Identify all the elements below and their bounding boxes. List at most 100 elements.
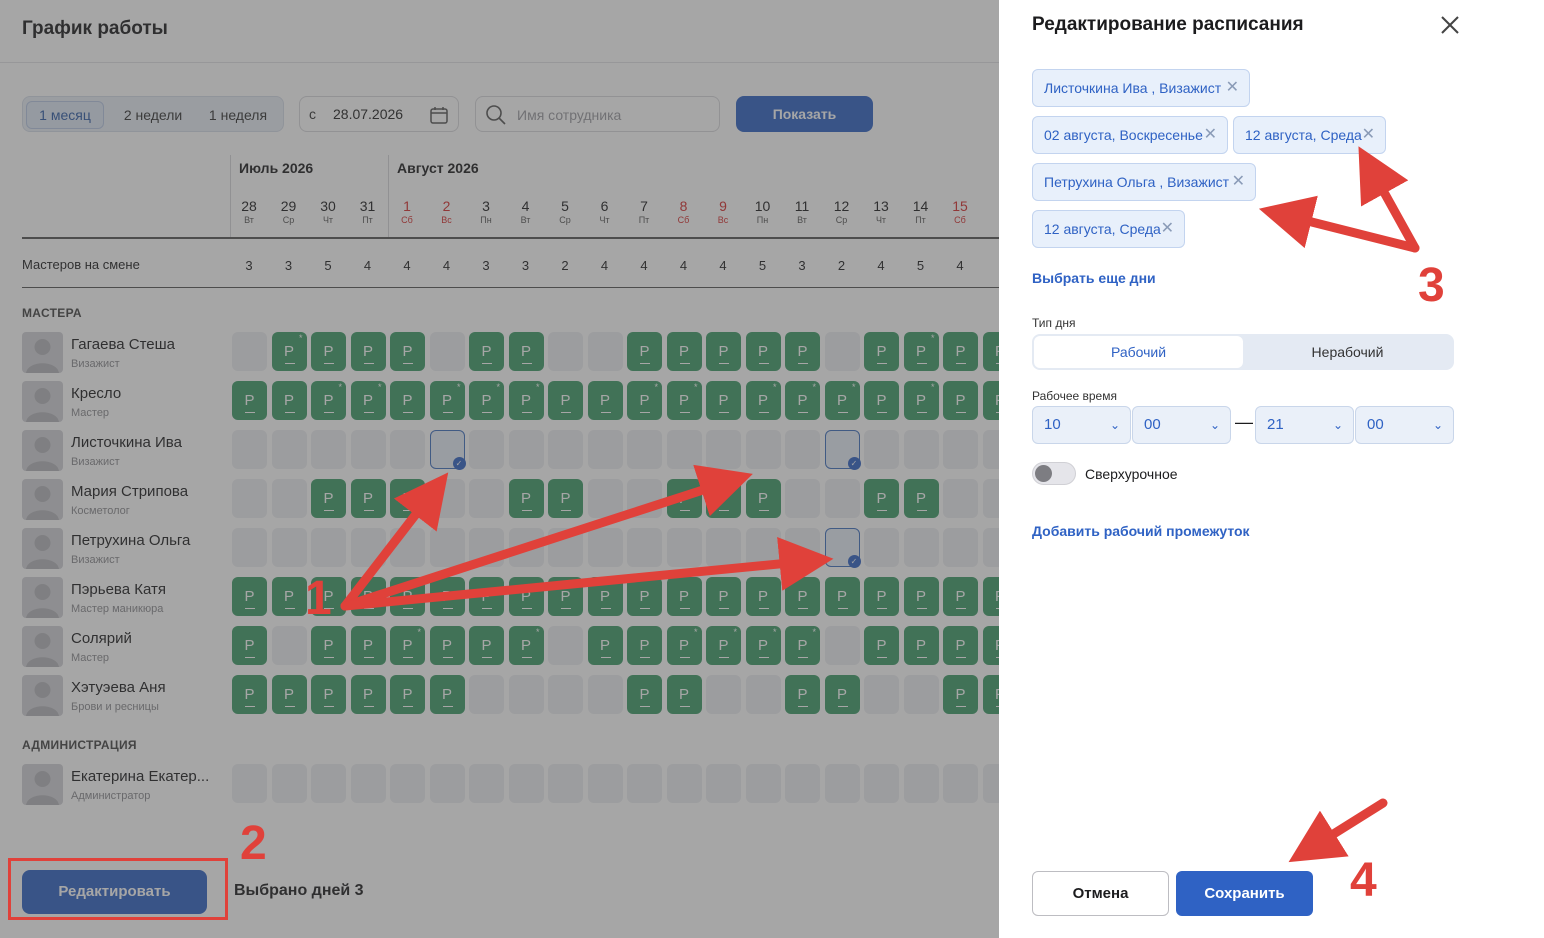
save-button[interactable]: Сохранить (1176, 871, 1313, 916)
schedule-cell-working[interactable]: Р (706, 332, 741, 371)
schedule-cell-empty[interactable] (469, 764, 504, 803)
schedule-cell-working[interactable]: Р (666, 332, 702, 371)
chip-employee-listochkina[interactable]: Листочкина Ива , Визажист ✕ (1032, 69, 1250, 107)
schedule-cell-working[interactable]: Р (232, 381, 267, 420)
schedule-cell-empty[interactable] (785, 479, 820, 518)
schedule-cell-working[interactable]: Р* (350, 381, 386, 420)
schedule-cell-empty[interactable] (271, 626, 307, 665)
schedule-cell-empty[interactable] (824, 626, 860, 665)
schedule-cell-empty[interactable] (666, 430, 702, 469)
chip-employee-petrukhina[interactable]: Петрухина Ольга , Визажист ✕ (1032, 163, 1256, 201)
schedule-cell-working[interactable]: Р (666, 479, 702, 518)
schedule-cell-working[interactable]: Р (587, 626, 623, 665)
schedule-cell-working[interactable]: Р* (785, 626, 820, 665)
schedule-cell-empty[interactable] (864, 430, 899, 469)
schedule-cell-selected[interactable]: ✓ (429, 430, 466, 470)
schedule-cell-working[interactable]: Р* (666, 626, 702, 665)
schedule-cell-empty[interactable] (548, 430, 583, 469)
schedule-cell-empty[interactable] (271, 528, 307, 567)
schedule-cell-empty[interactable] (943, 528, 978, 567)
schedule-cell-empty[interactable] (587, 332, 623, 371)
schedule-cell-empty[interactable] (864, 764, 899, 803)
schedule-cell-working[interactable]: Р (706, 577, 741, 616)
schedule-cell-empty[interactable] (469, 528, 504, 567)
schedule-cell-empty[interactable] (508, 430, 544, 469)
schedule-cell-empty[interactable] (785, 528, 820, 567)
schedule-cell-working[interactable]: Р (311, 479, 346, 518)
schedule-cell-working[interactable]: Р (311, 675, 346, 714)
select-more-days-link[interactable]: Выбрать еще дни (1032, 270, 1156, 286)
schedule-cell-working[interactable]: Р (350, 577, 386, 616)
schedule-cell-empty[interactable] (429, 479, 465, 518)
schedule-cell-working[interactable]: Р* (745, 626, 781, 665)
schedule-cell-empty[interactable] (706, 528, 741, 567)
schedule-cell-working[interactable]: Р (785, 675, 820, 714)
schedule-cell-working[interactable]: Р (350, 626, 386, 665)
schedule-cell-working[interactable]: Р (429, 577, 465, 616)
schedule-cell-working[interactable]: Р (627, 332, 662, 371)
chip-date-aug-12-b[interactable]: 12 августа, Среда ✕ (1032, 210, 1185, 248)
schedule-cell-empty[interactable] (429, 528, 465, 567)
schedule-cell-working[interactable]: Р (824, 675, 860, 714)
schedule-cell-empty[interactable] (785, 764, 820, 803)
schedule-cell-working[interactable]: Р (429, 626, 465, 665)
end-hour-select[interactable]: 21 ⌄ (1255, 406, 1354, 444)
schedule-cell-working[interactable]: Р (350, 332, 386, 371)
schedule-cell-empty[interactable] (548, 528, 583, 567)
schedule-cell-working[interactable]: Р (745, 479, 781, 518)
schedule-cell-empty[interactable] (350, 528, 386, 567)
start-hour-select[interactable]: 10 ⌄ (1032, 406, 1131, 444)
schedule-cell-working[interactable]: Р (390, 332, 425, 371)
schedule-cell-working[interactable]: Р (232, 675, 267, 714)
schedule-cell-empty[interactable] (469, 479, 504, 518)
schedule-cell-working[interactable]: Р* (666, 381, 702, 420)
schedule-cell-empty[interactable] (903, 430, 939, 469)
schedule-cell-empty[interactable] (627, 764, 662, 803)
schedule-cell-empty[interactable] (587, 479, 623, 518)
schedule-cell-working[interactable]: Р (350, 675, 386, 714)
schedule-cell-empty[interactable] (429, 764, 465, 803)
schedule-cell-working[interactable]: Р (943, 577, 978, 616)
schedule-cell-empty[interactable] (864, 528, 899, 567)
period-1-month[interactable]: 1 месяц (26, 101, 104, 129)
schedule-cell-empty[interactable] (627, 479, 662, 518)
schedule-cell-empty[interactable] (587, 528, 623, 567)
schedule-cell-working[interactable]: Р (508, 332, 544, 371)
schedule-cell-empty[interactable] (548, 626, 583, 665)
schedule-cell-empty[interactable] (982, 479, 999, 518)
schedule-cell-working[interactable]: Р* (903, 332, 939, 371)
schedule-cell-empty[interactable] (666, 764, 702, 803)
schedule-cell-empty[interactable] (232, 479, 267, 518)
schedule-cell-empty[interactable] (903, 675, 939, 714)
remove-icon[interactable]: ✕ (1226, 70, 1239, 106)
schedule-cell-selected[interactable]: ✓ (824, 430, 861, 470)
schedule-cell-empty[interactable] (745, 528, 781, 567)
schedule-cell-working[interactable]: Р (982, 675, 999, 714)
schedule-cell-working[interactable]: Р* (785, 381, 820, 420)
schedule-cell-working[interactable]: Р* (824, 381, 860, 420)
schedule-cell-working[interactable]: Р (390, 577, 425, 616)
overtime-toggle[interactable] (1032, 462, 1076, 485)
schedule-cell-empty[interactable] (824, 764, 860, 803)
schedule-cell-empty[interactable] (706, 430, 741, 469)
start-minute-select[interactable]: 00 ⌄ (1132, 406, 1231, 444)
schedule-cell-working[interactable]: Р (271, 381, 307, 420)
schedule-cell-working[interactable]: Р* (903, 381, 939, 420)
schedule-cell-empty[interactable] (311, 528, 346, 567)
schedule-cell-empty[interactable] (587, 430, 623, 469)
close-icon[interactable] (1439, 14, 1461, 36)
schedule-cell-empty[interactable] (706, 675, 741, 714)
schedule-cell-empty[interactable] (943, 764, 978, 803)
schedule-cell-empty[interactable] (232, 528, 267, 567)
schedule-cell-empty[interactable] (903, 764, 939, 803)
schedule-cell-working[interactable]: Р (943, 626, 978, 665)
schedule-cell-empty[interactable] (508, 528, 544, 567)
chip-date-aug-02[interactable]: 02 августа, Воскресенье ✕ (1032, 116, 1228, 154)
schedule-cell-working[interactable]: Р (864, 332, 899, 371)
schedule-cell-working[interactable]: Р (903, 626, 939, 665)
schedule-cell-empty[interactable] (508, 764, 544, 803)
schedule-cell-working[interactable]: Р (548, 381, 583, 420)
schedule-cell-empty[interactable] (271, 479, 307, 518)
schedule-cell-working[interactable]: Р* (390, 626, 425, 665)
add-interval-link[interactable]: Добавить рабочий промежуток (1032, 523, 1250, 539)
